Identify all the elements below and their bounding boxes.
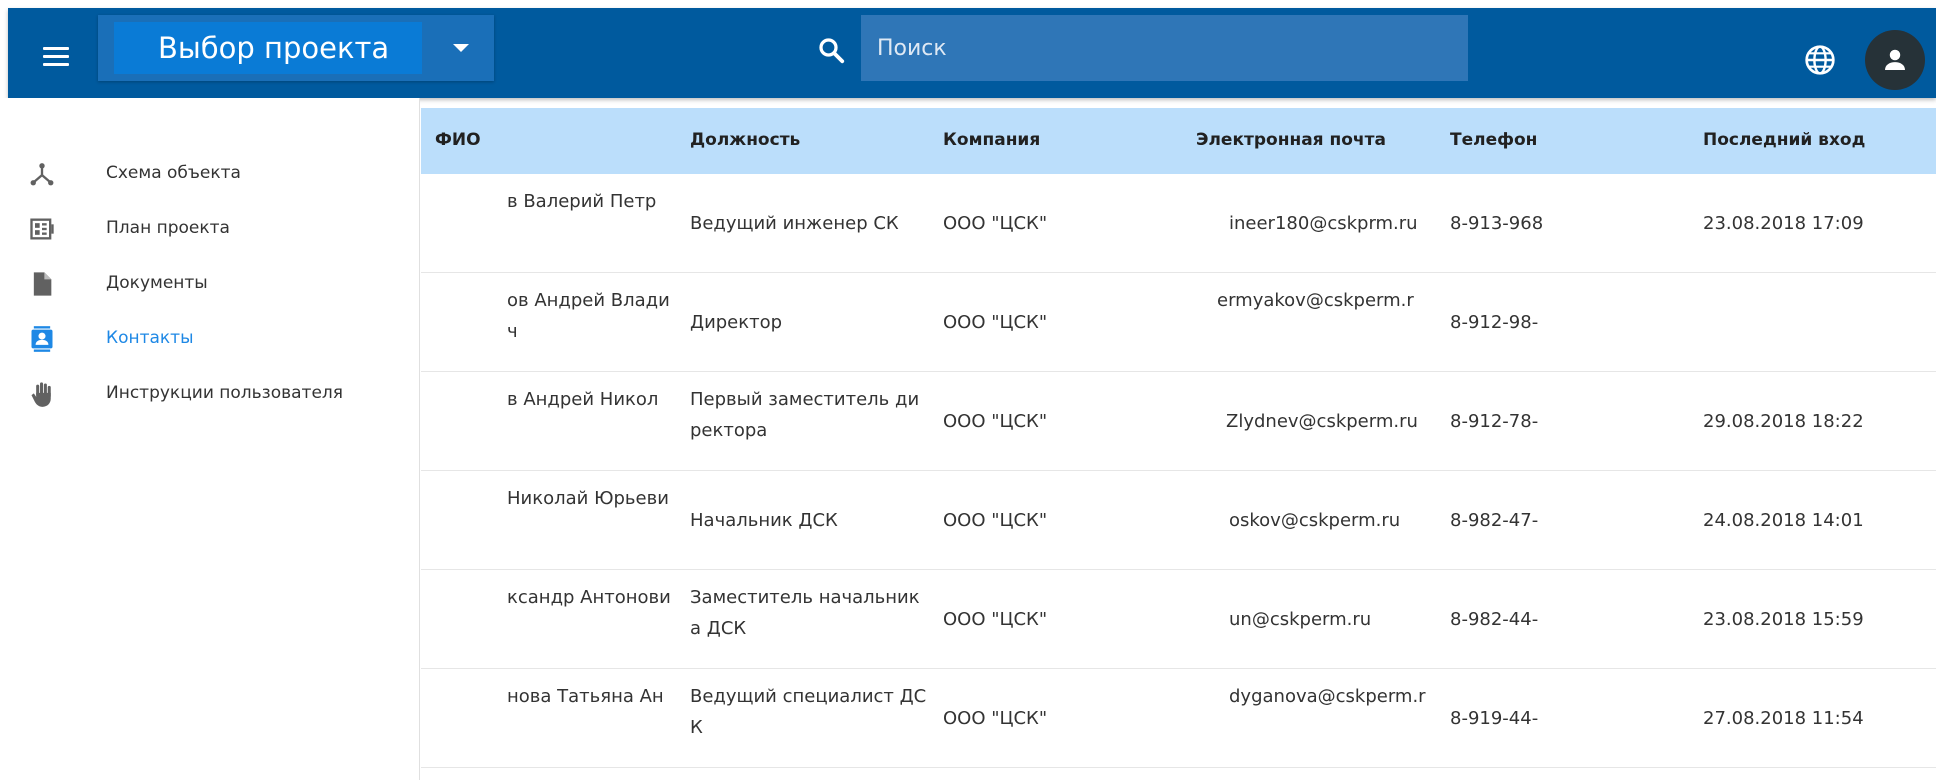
cell-email[interactable]: dyganova@cskperm.r [1229, 681, 1426, 712]
cell-company: ООО "ЦСК" [943, 312, 1048, 333]
account-button[interactable] [1865, 30, 1925, 90]
cell-last-login: 27.08.2018 11:54 [1703, 708, 1864, 729]
cell-last-login: 24.08.2018 14:01 [1703, 510, 1864, 531]
cell-company: ООО "ЦСК" [943, 213, 1048, 234]
table-row[interactable]: Николай Юрьеви Начальник ДСК ООО "ЦСК" o… [421, 471, 1936, 570]
sidebar: Схема объекта План проекта Документы Кон… [0, 98, 420, 780]
cell-fio: в Валерий Петр [507, 191, 657, 212]
cell-phone: 8-912-98- [1450, 312, 1539, 333]
column-header-email[interactable]: Электронная почта [1196, 130, 1386, 150]
cell-email[interactable]: ineer180@cskprm.ru [1229, 208, 1418, 239]
cell-position-tail: К [690, 717, 703, 738]
cell-last-login: 23.08.2018 17:09 [1703, 213, 1864, 234]
menu-icon[interactable] [36, 36, 76, 76]
project-selector-label: Выбор проекта [114, 22, 422, 74]
cell-phone: 8-913-968 [1450, 213, 1544, 234]
schema-icon [30, 163, 54, 186]
cell-email[interactable]: ermyakov@cskperm.r [1217, 285, 1414, 316]
table-header: ФИО Должность Компания Электронная почта… [421, 108, 1936, 174]
cell-fio: Николай Юрьеви [507, 488, 669, 509]
sidebar-item-label: План проекта [106, 218, 230, 238]
cell-phone: 8-912-78- [1450, 411, 1539, 432]
cell-email[interactable]: un@cskperm.ru [1229, 604, 1371, 635]
column-header-last-login[interactable]: Последний вход [1703, 130, 1865, 150]
sidebar-item-label: Инструкции пользователя [106, 383, 344, 403]
cell-company: ООО "ЦСК" [943, 510, 1048, 531]
sidebar-item-label: Документы [106, 273, 208, 293]
cell-company: ООО "ЦСК" [943, 708, 1048, 729]
table-row[interactable]: ов Андрей Влади ч Директор ООО "ЦСК" erm… [421, 273, 1936, 372]
sidebar-item-documents[interactable]: Документы [0, 258, 420, 308]
window-top-edge [0, 0, 1936, 8]
table-row[interactable]: в Андрей Никол Первый заместитель ди рек… [421, 372, 1936, 471]
cell-position: Заместитель начальник [690, 587, 920, 608]
caret-down-icon[interactable] [453, 44, 469, 52]
search-input[interactable] [861, 15, 1468, 81]
plan-icon [30, 218, 54, 240]
cell-fio-tail: ч [507, 321, 518, 342]
cell-fio: в Андрей Никол [507, 389, 659, 410]
hand-icon [31, 382, 51, 407]
cell-fio: нова Татьяна Ан [507, 686, 664, 707]
cell-fio: ов Андрей Влади [507, 290, 670, 311]
cell-phone: 8-919-44- [1450, 708, 1539, 729]
account-icon [1885, 49, 1905, 70]
column-header-company[interactable]: Компания [943, 130, 1040, 150]
sidebar-item-contacts[interactable]: Контакты [0, 313, 420, 363]
sidebar-item-plan[interactable]: План проекта [0, 203, 420, 253]
cell-phone: 8-982-47- [1450, 510, 1539, 531]
contacts-table: ФИО Должность Компания Электронная почта… [421, 108, 1936, 780]
cell-last-login: 23.08.2018 15:59 [1703, 609, 1864, 630]
cell-position: Начальник ДСК [690, 510, 838, 531]
globe-icon[interactable] [1804, 44, 1836, 76]
project-selector[interactable]: Выбор проекта [98, 15, 494, 81]
cell-position-tail: а ДСК [690, 618, 747, 639]
table-row[interactable]: в Валерий Петр Ведущий инженер СК ООО "Ц… [421, 174, 1936, 273]
column-header-position[interactable]: Должность [690, 130, 800, 150]
column-header-fio[interactable]: ФИО [435, 130, 481, 150]
cell-company: ООО "ЦСК" [943, 411, 1048, 432]
cell-company: ООО "ЦСК" [943, 609, 1048, 630]
search-icon[interactable] [816, 35, 846, 65]
contacts-icon [31, 326, 53, 352]
cell-email[interactable]: oskov@cskperm.ru [1229, 505, 1400, 536]
sidebar-item-label: Контакты [106, 328, 194, 348]
cell-phone: 8-982-44- [1450, 609, 1539, 630]
cell-position-tail: ректора [690, 420, 768, 441]
table-row[interactable]: нова Татьяна Ан Ведущий специалист ДС К … [421, 669, 1936, 768]
document-icon [33, 272, 52, 296]
column-header-phone[interactable]: Телефон [1450, 130, 1537, 150]
cell-position: Директор [690, 312, 783, 333]
sidebar-item-instructions[interactable]: Инструкции пользователя [0, 368, 420, 418]
table-row[interactable]: ксандр Антонови Заместитель начальник а … [421, 570, 1936, 669]
cell-position: Ведущий специалист ДС [690, 686, 927, 707]
sidebar-item-label: Схема объекта [106, 163, 241, 183]
app-bar: Выбор проекта [8, 8, 1936, 98]
cell-fio: ксандр Антонови [507, 587, 671, 608]
cell-position: Первый заместитель ди [690, 389, 920, 410]
cell-last-login: 29.08.2018 18:22 [1703, 411, 1864, 432]
cell-email[interactable]: Zlydnev@cskperm.ru [1226, 406, 1418, 437]
sidebar-item-schema[interactable]: Схема объекта [0, 148, 420, 198]
search-field[interactable] [861, 15, 1468, 81]
cell-position: Ведущий инженер СК [690, 213, 899, 234]
